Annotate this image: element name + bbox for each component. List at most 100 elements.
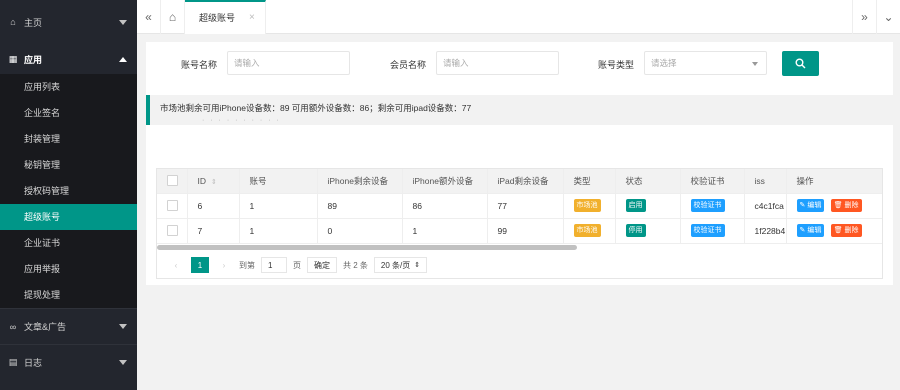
sidebar-item-label: 日志 (24, 358, 43, 368)
main-panel: 账号名称 请输入 会员名称 请输入 账号类型 请选择 市场池剩余可用iPhone… (146, 42, 893, 285)
cell-account: 1 (239, 218, 318, 244)
cell-cert: 校验证书 (680, 193, 745, 219)
status-badge[interactable]: 启用 (625, 199, 646, 212)
edit-label: 编辑 (807, 227, 822, 234)
column-header-ipad-left: iPad剩余设备 (487, 169, 564, 194)
cell-type: 市场池 (563, 193, 616, 219)
accounts-table: ID ⇕ 账号 iPhone剩余设备 iPhone额外设备 iPad剩余设备 类型… (156, 168, 883, 279)
table-row: 7 1 0 1 99 市场池 停用 校验证书 1f228b4 ✎ 编辑 🗑 删除 (157, 218, 882, 244)
notice-text: 市场池剩余可用iPhone设备数：89 可用额外设备数：86；剩余可用ipad设… (160, 103, 472, 113)
column-header-iss: iss (744, 169, 787, 194)
search-button[interactable] (782, 51, 819, 76)
sidebar-item-app-report[interactable]: 应用举报 (0, 256, 137, 282)
sidebar-group-app[interactable]: ▦ 应用 (0, 44, 137, 74)
cell-cert: 校验证书 (680, 218, 745, 244)
cell-account: 1 (239, 193, 318, 219)
sidebar-item-package[interactable]: 封装管理 (0, 126, 137, 152)
chevron-down-icon (752, 62, 758, 66)
sidebar-item-enterprise-cert[interactable]: 企业证书 (0, 230, 137, 256)
page-suffix: 页 (293, 260, 301, 270)
select-all-checkbox[interactable] (167, 175, 178, 187)
delete-label: 删除 (844, 202, 859, 209)
column-header-status: 状态 (615, 169, 681, 194)
double-chevron-left-icon[interactable]: « (137, 0, 161, 34)
sidebar-item-articles[interactable]: ∞ 文章&广告 (0, 308, 137, 344)
page-1-button[interactable]: 1 (191, 257, 209, 273)
chevron-down-icon (119, 19, 127, 25)
sidebar-item-log[interactable]: ▤ 日志 (0, 344, 137, 380)
sort-icon[interactable]: ⇕ (211, 178, 217, 186)
column-header-type: 类型 (563, 169, 616, 194)
edit-button[interactable]: ✎ 编辑 (796, 199, 825, 212)
select-all-cell (157, 169, 188, 194)
page-size-select[interactable]: 20 条/页 ⇕ (373, 257, 428, 273)
cell-id: 7 (187, 218, 240, 244)
link-icon: ∞ (9, 321, 17, 332)
double-chevron-right-icon[interactable]: » (852, 0, 876, 34)
edit-icon: ✎ (799, 202, 806, 209)
cell-ipad-left: 77 (487, 193, 564, 219)
delete-button[interactable]: 🗑 删除 (830, 199, 862, 212)
column-label: ID (197, 175, 207, 186)
tab-bar: « ⌂ 超级账号 × » ⌄ (137, 0, 900, 34)
page-size-value: 20 条/页 (380, 260, 411, 270)
status-badge[interactable]: 停用 (625, 224, 646, 237)
column-header-iphone-extra: iPhone额外设备 (402, 169, 488, 194)
member-name-input[interactable]: 请输入 (436, 51, 559, 75)
select-placeholder: 请选择 (651, 58, 677, 68)
delete-button[interactable]: 🗑 删除 (830, 224, 862, 237)
verify-cert-button[interactable]: 校验证书 (690, 224, 725, 237)
chevron-down-icon (119, 360, 127, 365)
edit-icon: ✎ (799, 227, 806, 234)
sidebar-item-app-list[interactable]: 应用列表 (0, 74, 137, 100)
goto-page-input[interactable]: 1 (261, 257, 287, 273)
app-grid-icon: ▦ (8, 53, 18, 64)
member-name-label: 会员名称 (390, 60, 427, 70)
row-checkbox[interactable] (167, 225, 178, 237)
goto-label: 到第 (239, 260, 255, 270)
sidebar-item-label: 主页 (24, 17, 43, 28)
tab-super-account[interactable]: 超级账号 × (185, 0, 266, 34)
sidebar-item-label: 应用 (24, 54, 43, 65)
row-select-cell (157, 218, 188, 244)
total-count: 共 2 条 (343, 260, 368, 270)
confirm-button[interactable]: 确定 (307, 257, 337, 273)
log-icon: ▤ (8, 357, 18, 367)
notice-overflow: · · · · · · · · · · (202, 117, 281, 124)
home-icon[interactable]: ⌂ (161, 0, 185, 34)
sidebar-item-home[interactable]: ⌂ 主页 (0, 0, 137, 44)
cell-actions: ✎ 编辑 🗑 删除 (786, 218, 882, 244)
sidebar: ⌂ 主页 ▦ 应用 应用列表 企业签名 封装管理 秘钥管理 授权码管理 超级账号… (0, 0, 137, 390)
edit-button[interactable]: ✎ 编辑 (796, 224, 825, 237)
chevron-up-icon (119, 56, 127, 62)
cell-iphone-left: 0 (317, 218, 403, 244)
column-header-actions: 操作 (786, 169, 882, 194)
cell-type: 市场池 (563, 218, 616, 244)
account-name-input[interactable]: 请输入 (227, 51, 350, 75)
pagination: ‹ 1 › 到第 1 页 确定 共 2 条 20 条/页 ⇕ (167, 256, 433, 274)
account-type-select[interactable]: 请选择 (644, 51, 767, 75)
sidebar-item-super-account[interactable]: 超级账号 (0, 204, 137, 230)
cell-iphone-left: 89 (317, 193, 403, 219)
sidebar-item-withdraw[interactable]: 提现处理 (0, 282, 137, 308)
sidebar-item-enterprise-sign[interactable]: 企业签名 (0, 100, 137, 126)
horizontal-scrollbar[interactable] (157, 245, 577, 250)
cell-iphone-extra: 86 (402, 193, 488, 219)
tab-label: 超级账号 (199, 13, 236, 23)
close-icon[interactable]: × (249, 12, 255, 23)
next-page-button[interactable]: › (215, 257, 233, 273)
sidebar-item-secret-key[interactable]: 秘钥管理 (0, 152, 137, 178)
verify-cert-button[interactable]: 校验证书 (690, 199, 725, 212)
sidebar-item-auth-code[interactable]: 授权码管理 (0, 178, 137, 204)
type-badge: 市场池 (573, 224, 601, 237)
chevron-down-icon[interactable]: ⌄ (876, 0, 900, 34)
cell-iss: 1f228b4 (744, 218, 787, 244)
device-notice: 市场池剩余可用iPhone设备数：89 可用额外设备数：86；剩余可用ipad设… (146, 95, 893, 125)
prev-page-button[interactable]: ‹ (167, 257, 185, 273)
cell-iss: c4c1fca (744, 193, 787, 219)
row-checkbox[interactable] (167, 200, 178, 212)
column-header-id[interactable]: ID ⇕ (187, 169, 240, 194)
chevron-down-icon (119, 324, 127, 329)
account-type-label: 账号类型 (598, 60, 635, 70)
cell-ipad-left: 99 (487, 218, 564, 244)
